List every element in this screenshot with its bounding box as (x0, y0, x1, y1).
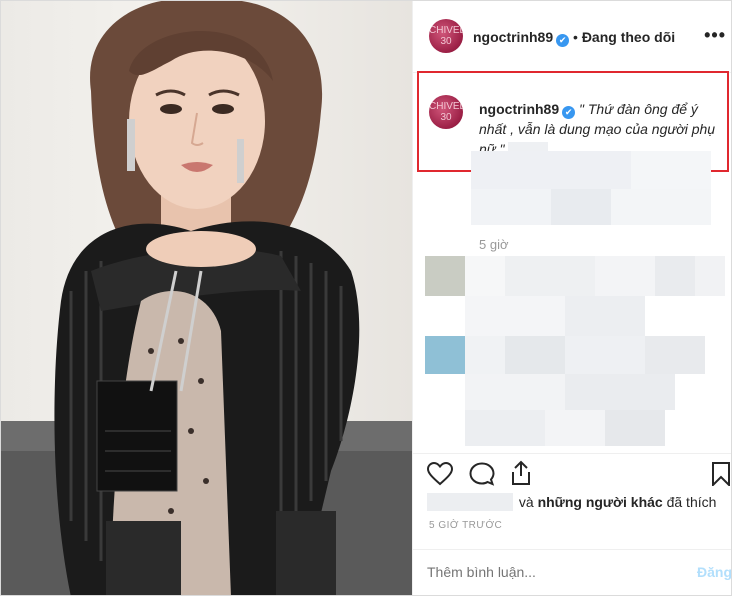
blurred-liker[interactable] (427, 493, 513, 511)
post-window: CHIVEL 30 ngoctrinh89 ✔ • Đang theo dõi •… (0, 0, 732, 596)
post-comment-button[interactable]: Đăng (697, 564, 731, 580)
username-link[interactable]: ngoctrinh89 (479, 101, 559, 117)
photo-illustration (1, 1, 412, 595)
following-button[interactable]: Đang theo dõi (582, 29, 675, 45)
caption: ngoctrinh89 ✔ " Thứ đàn ông để ý nhất , v… (479, 99, 727, 159)
avatar-text: 30 (440, 36, 452, 47)
heart-icon[interactable] (427, 462, 453, 486)
verified-icon: ✔ (562, 106, 576, 119)
likes-summary: và những người khác đã thích (427, 493, 716, 511)
post-age: 5 giờ (479, 237, 509, 252)
avatar[interactable]: CHIVEL 30 (429, 19, 463, 53)
post-photo[interactable] (1, 1, 412, 595)
avatar-text: CHIVEL (429, 101, 463, 112)
header-meta: ngoctrinh89 ✔ • Đang theo dõi (473, 29, 675, 47)
avatar-text: CHIVEL (429, 25, 463, 36)
share-icon[interactable] (509, 460, 533, 486)
comment-input[interactable] (427, 564, 667, 580)
separator: • (573, 29, 578, 45)
likes-and: và (518, 494, 534, 510)
avatar[interactable]: CHIVEL 30 (429, 95, 463, 129)
more-options-icon[interactable]: ••• (704, 25, 726, 46)
others-link[interactable]: những người khác (538, 494, 663, 510)
post-sidebar: CHIVEL 30 ngoctrinh89 ✔ • Đang theo dõi •… (412, 1, 731, 595)
avatar-text: 30 (440, 112, 452, 123)
comment-icon[interactable] (469, 462, 495, 486)
posted-timestamp[interactable]: 5 GIỜ TRƯỚC (429, 520, 502, 531)
action-bar (413, 453, 731, 493)
bookmark-icon[interactable] (711, 462, 731, 486)
likes-suffix: đã thích (666, 494, 717, 510)
post-header: CHIVEL 30 ngoctrinh89 ✔ • Đang theo dõi •… (413, 1, 731, 73)
verified-icon: ✔ (556, 34, 570, 47)
username-link[interactable]: ngoctrinh89 (473, 29, 553, 45)
comment-bar: Đăng (413, 549, 731, 595)
